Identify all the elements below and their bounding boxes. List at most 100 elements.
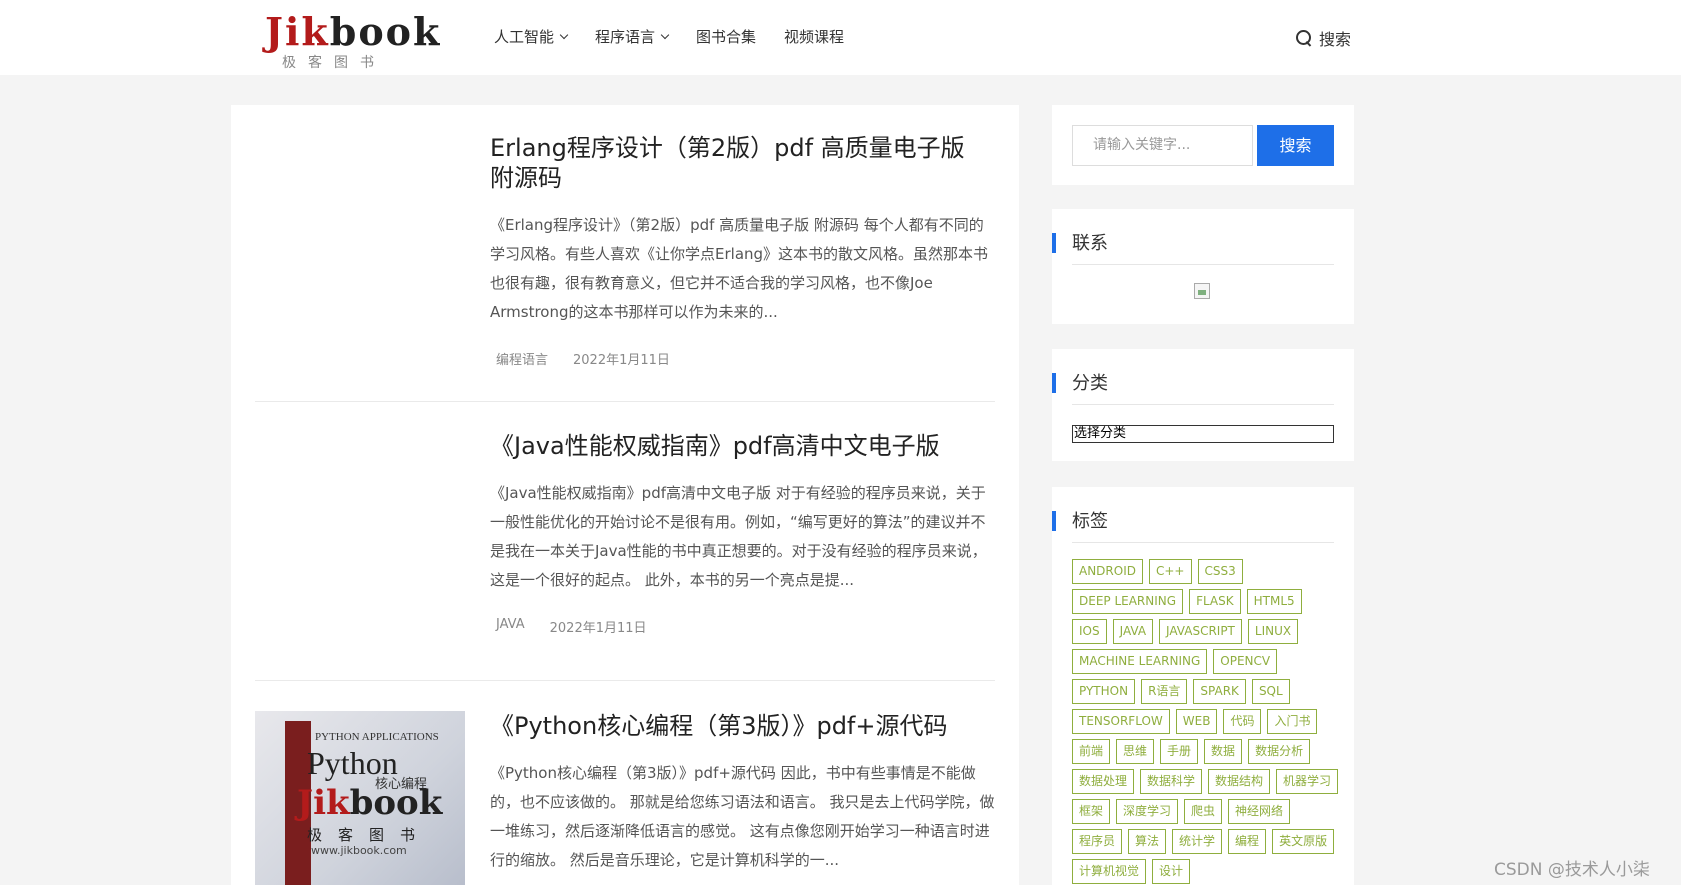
- tag-link[interactable]: 数据分析: [1248, 739, 1311, 764]
- widget-divider: [1072, 542, 1334, 543]
- post-divider: [255, 680, 995, 681]
- widget-title: 分类: [1072, 373, 1108, 394]
- widget-accent-bar: [1052, 511, 1056, 531]
- post-excerpt: 《Erlang程序设计》（第2版）pdf 高质量电子版 附源码 每个人都有不同的…: [490, 216, 989, 321]
- search-icon: [1296, 29, 1313, 47]
- post-title[interactable]: 《Python核心编程（第3版）》pdf+源代码: [490, 711, 995, 741]
- tag-link[interactable]: 设计: [1152, 859, 1191, 884]
- tag-link[interactable]: 编程: [1228, 829, 1267, 854]
- tag-link[interactable]: TENSORFLOW: [1072, 709, 1170, 734]
- nav-label: 人工智能: [494, 28, 555, 46]
- contact-widget: 联系: [1052, 209, 1354, 324]
- tag-link[interactable]: 入门书: [1267, 709, 1318, 734]
- nav-item-collections[interactable]: 图书合集: [696, 26, 756, 47]
- cover-watermark: Jikbook: [297, 783, 443, 823]
- tag-link[interactable]: 程序员: [1072, 829, 1123, 854]
- tag-link[interactable]: 数据科学: [1140, 769, 1203, 794]
- post-excerpt: 《Java性能权威指南》pdf高清中文电子版 对于有经验的程序员来说，关于一般性…: [490, 484, 987, 589]
- post-list: Erlang程序设计（第2版）pdf 高质量电子版 附源码 《Erlang程序设…: [231, 105, 1019, 885]
- tag-link[interactable]: R语言: [1141, 679, 1188, 704]
- tag-link[interactable]: OPENCV: [1213, 649, 1278, 674]
- tag-link[interactable]: IOS: [1072, 619, 1107, 644]
- widget-divider: [1072, 264, 1334, 265]
- tag-link[interactable]: 代码: [1223, 709, 1262, 734]
- nav-label: 程序语言: [595, 28, 656, 46]
- nav-item-languages[interactable]: 程序语言: [595, 26, 670, 47]
- header-search-label: 搜索: [1319, 30, 1352, 49]
- widget-accent-bar: [1052, 233, 1056, 253]
- tag-link[interactable]: 机器学习: [1276, 769, 1339, 794]
- tag-link[interactable]: 神经网络: [1228, 799, 1291, 824]
- widget-title: 标签: [1072, 511, 1108, 532]
- tag-link[interactable]: 统计学: [1172, 829, 1223, 854]
- post-date: 2022年1月11日: [549, 621, 647, 636]
- tag-link[interactable]: 计算机视觉: [1072, 859, 1147, 884]
- tag-link[interactable]: MACHINE LEARNING: [1072, 649, 1208, 674]
- tag-link[interactable]: 算法: [1128, 829, 1167, 854]
- post-divider: [255, 401, 995, 402]
- sidebar-search-widget: 请输入关键字... 搜索: [1052, 105, 1354, 185]
- post-title[interactable]: Erlang程序设计（第2版）pdf 高质量电子版 附源码: [490, 133, 995, 193]
- widget-divider: [1072, 404, 1334, 405]
- cover-top-text: PYTHON APPLICATIONS: [315, 731, 439, 743]
- post-title[interactable]: 《Java性能权威指南》pdf高清中文电子版: [490, 431, 995, 461]
- tag-link[interactable]: FLASK: [1189, 589, 1241, 614]
- post-thumbnail[interactable]: [255, 431, 465, 611]
- widget-title: 联系: [1072, 233, 1108, 254]
- main-nav: 人工智能 程序语言 图书合集 视频课程: [494, 26, 844, 47]
- tag-link[interactable]: 框架: [1072, 799, 1111, 824]
- tag-link[interactable]: CSS3: [1197, 559, 1243, 584]
- tag-link[interactable]: PYTHON: [1072, 679, 1136, 704]
- tag-link[interactable]: 数据: [1204, 739, 1243, 764]
- logo-text-red: Jik: [265, 9, 330, 54]
- category-select[interactable]: 选择分类: [1072, 425, 1334, 443]
- cover-url: www.jikbook.com: [311, 844, 407, 857]
- logo-text-dark: book: [329, 9, 442, 54]
- tag-link[interactable]: 爬虫: [1184, 799, 1223, 824]
- nav-label: 图书合集: [696, 28, 757, 46]
- chevron-down-icon: [660, 30, 670, 40]
- widget-accent-bar: [1052, 373, 1056, 393]
- post-meta: 编程语言 2022年1月11日: [490, 349, 995, 368]
- cover-watermark-sub: 极客图书: [307, 826, 432, 844]
- tag-link[interactable]: HTML5: [1246, 589, 1302, 614]
- chevron-down-icon: [559, 30, 569, 40]
- tags-widget: 标签 ANDROID C++ CSS3 DEEP LEARNING FLASK HTML5…: [1052, 487, 1354, 885]
- tag-link[interactable]: 数据结构: [1208, 769, 1271, 794]
- tag-link[interactable]: 深度学习: [1116, 799, 1179, 824]
- tag-cloud: ANDROID C++ CSS3 DEEP LEARNING FLASK HTML5 IOS…: [1072, 559, 1342, 884]
- site-logo[interactable]: Jikbook 极客图书: [265, 8, 439, 71]
- tag-link[interactable]: JAVA: [1112, 619, 1154, 644]
- tag-link[interactable]: C++: [1149, 559, 1192, 584]
- tag-link[interactable]: 思维: [1116, 739, 1155, 764]
- post-category[interactable]: 编程语言: [496, 349, 548, 368]
- tag-link[interactable]: ANDROID: [1072, 559, 1143, 584]
- site-header: Jikbook 极客图书 人工智能 程序语言 图书合集 视频课程 搜索: [0, 0, 1681, 75]
- tag-link[interactable]: 英文原版: [1272, 829, 1335, 854]
- search-button[interactable]: 搜索: [1257, 125, 1334, 166]
- tag-link[interactable]: DEEP LEARNING: [1072, 589, 1184, 614]
- category-widget: 分类 选择分类: [1052, 349, 1354, 461]
- post-excerpt: 《Python核心编程（第3版）》pdf+源代码 因此，书中有些事情是不能做的，…: [490, 764, 995, 869]
- nav-item-video-courses[interactable]: 视频课程: [784, 26, 844, 47]
- tag-link[interactable]: SQL: [1251, 679, 1290, 704]
- tag-link[interactable]: 手册: [1160, 739, 1199, 764]
- logo-subtitle: 极客图书: [282, 55, 386, 71]
- nav-label: 视频课程: [784, 28, 845, 46]
- tag-link[interactable]: LINUX: [1247, 619, 1299, 644]
- tag-link[interactable]: JAVASCRIPT: [1159, 619, 1242, 644]
- book-cover-image[interactable]: PYTHON APPLICATIONS Python 核心编程 Jikbook …: [255, 711, 465, 885]
- post-category[interactable]: JAVA: [496, 617, 525, 636]
- search-input[interactable]: 请输入关键字...: [1072, 125, 1253, 166]
- post-meta: JAVA 2022年1月11日: [490, 617, 995, 636]
- tag-link[interactable]: 数据处理: [1072, 769, 1135, 794]
- broken-image-icon: [1194, 283, 1210, 299]
- tag-link[interactable]: SPARK: [1193, 679, 1246, 704]
- csdn-watermark: CSDN @技术人小柒: [1494, 860, 1650, 880]
- nav-item-ai[interactable]: 人工智能: [494, 26, 569, 47]
- header-search-button[interactable]: 搜索: [1296, 26, 1351, 50]
- tag-link[interactable]: WEB: [1175, 709, 1218, 734]
- tag-link[interactable]: 前端: [1072, 739, 1111, 764]
- post-date: 2022年1月11日: [573, 353, 670, 368]
- post-thumbnail[interactable]: [255, 133, 465, 313]
